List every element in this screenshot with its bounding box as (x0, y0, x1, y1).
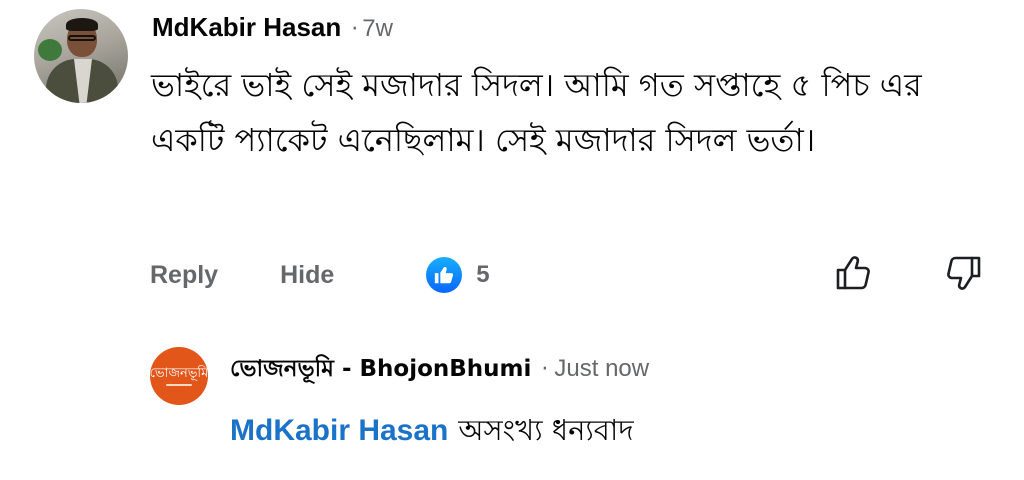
reply-author[interactable]: ভোজনভূমি - BhojonBhumi (230, 350, 531, 389)
page-logo-text: ভোজনভূমি (149, 365, 209, 381)
reply-button[interactable]: Reply (150, 261, 218, 290)
hide-button[interactable]: Hide (280, 261, 334, 290)
avatar[interactable] (34, 9, 128, 103)
reply-header: ভোজনভূমি - BhojonBhumi · Just now (230, 350, 649, 384)
comment-actions: Reply Hide 5 (150, 255, 490, 295)
avatar-glasses (68, 35, 96, 41)
reply-text: অসংখ্য ধন্যবাদ (458, 413, 634, 447)
reaction-count[interactable]: 5 (476, 261, 489, 289)
comment-body: ভাইরে ভাই সেই মজাদার সিদল। আমি গত সপ্তাহ… (151, 66, 922, 159)
reply-timestamp[interactable]: Just now (554, 355, 649, 383)
separator-dot: · (541, 357, 549, 382)
reply-body: MdKabir Hasan অসংখ্য ধন্যবাদ (230, 408, 634, 452)
comment-header: MdKabir Hasan · 7w (152, 12, 393, 44)
avatar-hair (66, 18, 98, 31)
thumbs-up-filled-icon (435, 266, 454, 284)
thumbs-down-outline-icon[interactable] (944, 253, 984, 293)
page-logo-underline (166, 383, 192, 386)
mention-link[interactable]: MdKabir Hasan (230, 414, 448, 448)
page-avatar[interactable]: ভোজনভূমি (150, 347, 208, 405)
thumbs-up-outline-icon[interactable] (833, 253, 873, 293)
comment-author[interactable]: MdKabir Hasan (152, 12, 341, 43)
like-badge-icon[interactable] (426, 257, 463, 293)
separator-dot: · (351, 17, 359, 42)
avatar-background-plant (38, 39, 62, 61)
comment-timestamp[interactable]: 7w (362, 15, 393, 43)
